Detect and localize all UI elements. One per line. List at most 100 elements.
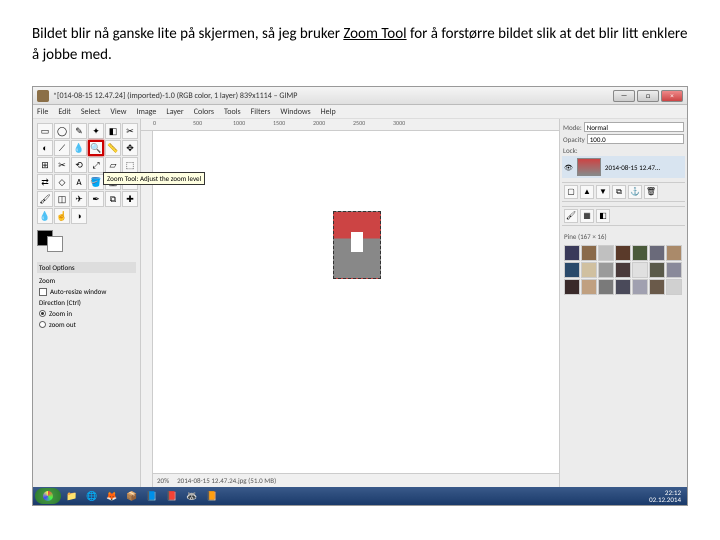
- menu-view[interactable]: View: [110, 107, 126, 117]
- checkbox-icon[interactable]: [39, 288, 47, 296]
- tool-eraser[interactable]: ◫: [54, 191, 70, 207]
- tool-align[interactable]: ⊞: [37, 157, 53, 173]
- menu-edit[interactable]: Edit: [58, 107, 71, 117]
- image-on-canvas[interactable]: [333, 211, 381, 279]
- tool-color-picker[interactable]: 💧: [71, 140, 87, 156]
- patterns-tab[interactable]: ▦: [580, 209, 594, 223]
- tool-ink[interactable]: ✒: [88, 191, 104, 207]
- pattern-swatch[interactable]: [581, 262, 597, 278]
- menu-layer[interactable]: Layer: [166, 107, 183, 117]
- eye-icon[interactable]: 👁: [564, 163, 573, 172]
- tool-flip[interactable]: ⇄: [37, 174, 53, 190]
- pattern-swatch[interactable]: [649, 279, 665, 295]
- lower-layer-button[interactable]: ▼: [596, 185, 610, 199]
- new-layer-button[interactable]: ▢: [564, 185, 578, 199]
- tool-shear[interactable]: ▱: [105, 157, 121, 173]
- tool-zoom[interactable]: 🔍: [88, 140, 104, 156]
- layer-row[interactable]: 👁 2014-08-15 12.47…: [562, 156, 685, 178]
- background-color[interactable]: [47, 236, 63, 252]
- raise-layer-button[interactable]: ▲: [580, 185, 594, 199]
- tool-crop[interactable]: ✂: [54, 157, 70, 173]
- minimize-button[interactable]: —: [613, 90, 635, 102]
- tool-blur[interactable]: 💧: [37, 208, 53, 224]
- system-clock[interactable]: 22:12 02.12.2014: [649, 489, 685, 503]
- tool-rotate[interactable]: ⟲: [71, 157, 87, 173]
- anchor-layer-button[interactable]: ⚓: [628, 185, 642, 199]
- menu-help[interactable]: Help: [321, 107, 336, 117]
- zoom-in-option[interactable]: Zoom in: [37, 308, 136, 319]
- pattern-swatch[interactable]: [615, 245, 631, 261]
- close-button[interactable]: ×: [661, 90, 683, 102]
- taskbar-app-icon[interactable]: 📦: [123, 489, 141, 503]
- tool-perspective[interactable]: ⬚: [122, 157, 138, 173]
- menu-colors[interactable]: Colors: [194, 107, 214, 117]
- pattern-swatch[interactable]: [632, 279, 648, 295]
- menu-file[interactable]: File: [37, 107, 48, 117]
- menu-filters[interactable]: Filters: [251, 107, 271, 117]
- tool-scissors[interactable]: ✂: [122, 123, 138, 139]
- pattern-swatch[interactable]: [598, 245, 614, 261]
- pattern-swatch[interactable]: [598, 279, 614, 295]
- tool-airbrush[interactable]: ✈: [71, 191, 87, 207]
- taskbar-powerpoint-icon[interactable]: 📙: [203, 489, 221, 503]
- tool-rect-select[interactable]: ▭: [37, 123, 53, 139]
- tool-color-select[interactable]: ◧: [105, 123, 121, 139]
- tool-scale[interactable]: ⤢: [88, 157, 104, 173]
- pattern-swatch[interactable]: [564, 245, 580, 261]
- pattern-swatch[interactable]: [581, 279, 597, 295]
- tool-text[interactable]: A: [71, 174, 87, 190]
- pattern-swatch[interactable]: [666, 262, 682, 278]
- canvas[interactable]: [153, 131, 559, 473]
- tool-paintbrush[interactable]: 🖌: [37, 191, 53, 207]
- pattern-swatch[interactable]: [615, 262, 631, 278]
- pattern-swatch[interactable]: [666, 279, 682, 295]
- taskbar-word-icon[interactable]: 📘: [143, 489, 161, 503]
- tool-foreground[interactable]: ◐: [37, 140, 53, 156]
- taskbar-explorer-icon[interactable]: 📁: [63, 489, 81, 503]
- tool-smudge[interactable]: ☝: [54, 208, 70, 224]
- pattern-swatch[interactable]: [598, 262, 614, 278]
- pattern-swatch[interactable]: [615, 279, 631, 295]
- taskbar-pdf-icon[interactable]: 📕: [163, 489, 181, 503]
- menu-select[interactable]: Select: [81, 107, 101, 117]
- pattern-swatch[interactable]: [666, 245, 682, 261]
- tool-dodge[interactable]: ◑: [71, 208, 87, 224]
- tool-ellipse-select[interactable]: ◯: [54, 123, 70, 139]
- pattern-swatch[interactable]: [564, 279, 580, 295]
- pattern-swatch[interactable]: [564, 262, 580, 278]
- gradients-tab[interactable]: ◧: [596, 209, 610, 223]
- radio-icon[interactable]: [39, 321, 46, 328]
- tool-clone[interactable]: ⧉: [105, 191, 121, 207]
- brushes-tab[interactable]: 🖌: [564, 209, 578, 223]
- color-selector[interactable]: [37, 230, 136, 252]
- tool-paths[interactable]: ⟋: [54, 140, 70, 156]
- menu-windows[interactable]: Windows: [280, 107, 310, 117]
- tool-heal[interactable]: ✚: [122, 191, 138, 207]
- taskbar-gimp-icon[interactable]: 🦝: [183, 489, 201, 503]
- auto-resize-option[interactable]: Auto-resize window: [37, 286, 136, 297]
- menu-tools[interactable]: Tools: [224, 107, 241, 117]
- pattern-swatch[interactable]: [649, 262, 665, 278]
- start-button[interactable]: [35, 488, 61, 504]
- tool-free-select[interactable]: ✎: [71, 123, 87, 139]
- zoom-level[interactable]: 20%: [157, 476, 169, 485]
- opacity-field[interactable]: 100.0: [587, 134, 684, 144]
- taskbar-browser-icon[interactable]: 🌐: [83, 489, 101, 503]
- menu-image[interactable]: Image: [136, 107, 156, 117]
- pattern-swatch[interactable]: [649, 245, 665, 261]
- taskbar-firefox-icon[interactable]: 🦊: [103, 489, 121, 503]
- tool-measure[interactable]: 📏: [105, 140, 121, 156]
- tool-move[interactable]: ✥: [122, 140, 138, 156]
- delete-layer-button[interactable]: 🗑: [644, 185, 658, 199]
- tool-bucket[interactable]: 🪣: [88, 174, 104, 190]
- mode-select[interactable]: Normal: [584, 122, 684, 132]
- pattern-swatch[interactable]: [632, 245, 648, 261]
- radio-icon[interactable]: [39, 310, 46, 317]
- pattern-swatch[interactable]: [581, 245, 597, 261]
- tool-fuzzy-select[interactable]: ✦: [88, 123, 104, 139]
- tool-cage[interactable]: ◇: [54, 174, 70, 190]
- duplicate-layer-button[interactable]: ⧉: [612, 185, 626, 199]
- pattern-swatch[interactable]: [632, 262, 648, 278]
- zoom-out-option[interactable]: zoom out: [37, 319, 136, 330]
- maximize-button[interactable]: □: [637, 90, 659, 102]
